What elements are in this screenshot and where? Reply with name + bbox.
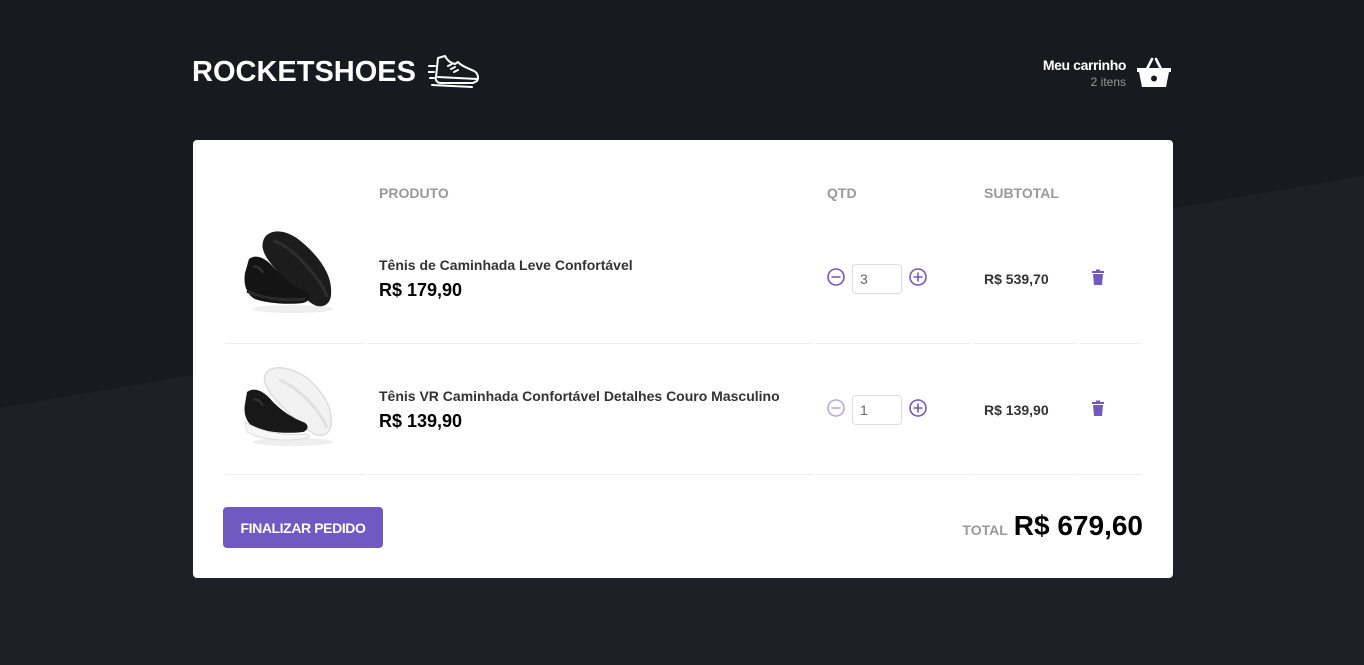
product-price: R$ 179,90 [379,280,463,300]
cart-summary: Meu carrinho 2 itens [1042,57,1127,89]
product-image [235,213,345,328]
minus-circle-icon [826,398,846,418]
delete-button[interactable] [1088,267,1108,287]
decrement-button[interactable] [826,267,846,287]
logo-link[interactable]: ROCKETSHOES [192,50,480,94]
row-subtotal: R$ 539,70 [984,271,1049,287]
table-row: Tênis de Caminhada Leve Confortável R$ 1… [225,213,1141,344]
product-title: Tênis VR Caminhada Confortável Detalhes … [379,388,780,404]
column-header-qty: QTD [827,185,857,201]
product-image [235,344,345,459]
increment-button[interactable] [908,267,928,287]
cart-item-count: 2 itens [1090,75,1126,89]
table-row: Tênis VR Caminhada Confortável Detalhes … [225,344,1141,475]
quantity-input[interactable] [852,395,902,425]
plus-circle-icon [908,398,928,418]
column-header-subtotal: SUBTOTAL [984,185,1059,201]
column-header-product: PRODUTO [379,185,449,201]
row-subtotal: R$ 139,90 [984,402,1049,418]
product-title: Tênis de Caminhada Leve Confortável [379,257,633,273]
shopping-basket-icon [1136,57,1172,89]
order-total: TOTAL R$ 679,60 [962,510,1143,542]
decrement-button[interactable] [826,398,846,418]
trash-icon [1088,398,1108,418]
cart-link[interactable]: Meu carrinho 2 itens [1043,52,1172,94]
total-label: TOTAL [962,522,1008,538]
minus-circle-icon [826,267,846,287]
plus-circle-icon [908,267,928,287]
increment-button[interactable] [908,398,928,418]
trash-icon [1088,267,1108,287]
brand-name: ROCKETSHOES [192,55,416,88]
running-shoe-icon [427,52,480,92]
checkout-button[interactable]: FINALIZAR PEDIDO [223,507,383,548]
delete-button[interactable] [1088,398,1108,418]
product-price: R$ 139,90 [379,411,463,431]
cart-panel: PRODUTO QTD SUBTOTAL Tênis de Caminhada … [193,140,1173,578]
cart-title: Meu carrinho [1042,57,1127,73]
quantity-input[interactable] [852,264,902,294]
total-value: R$ 679,60 [1013,510,1143,541]
app-header: ROCKETSHOES Meu carrinho 2 itens [192,46,1172,98]
